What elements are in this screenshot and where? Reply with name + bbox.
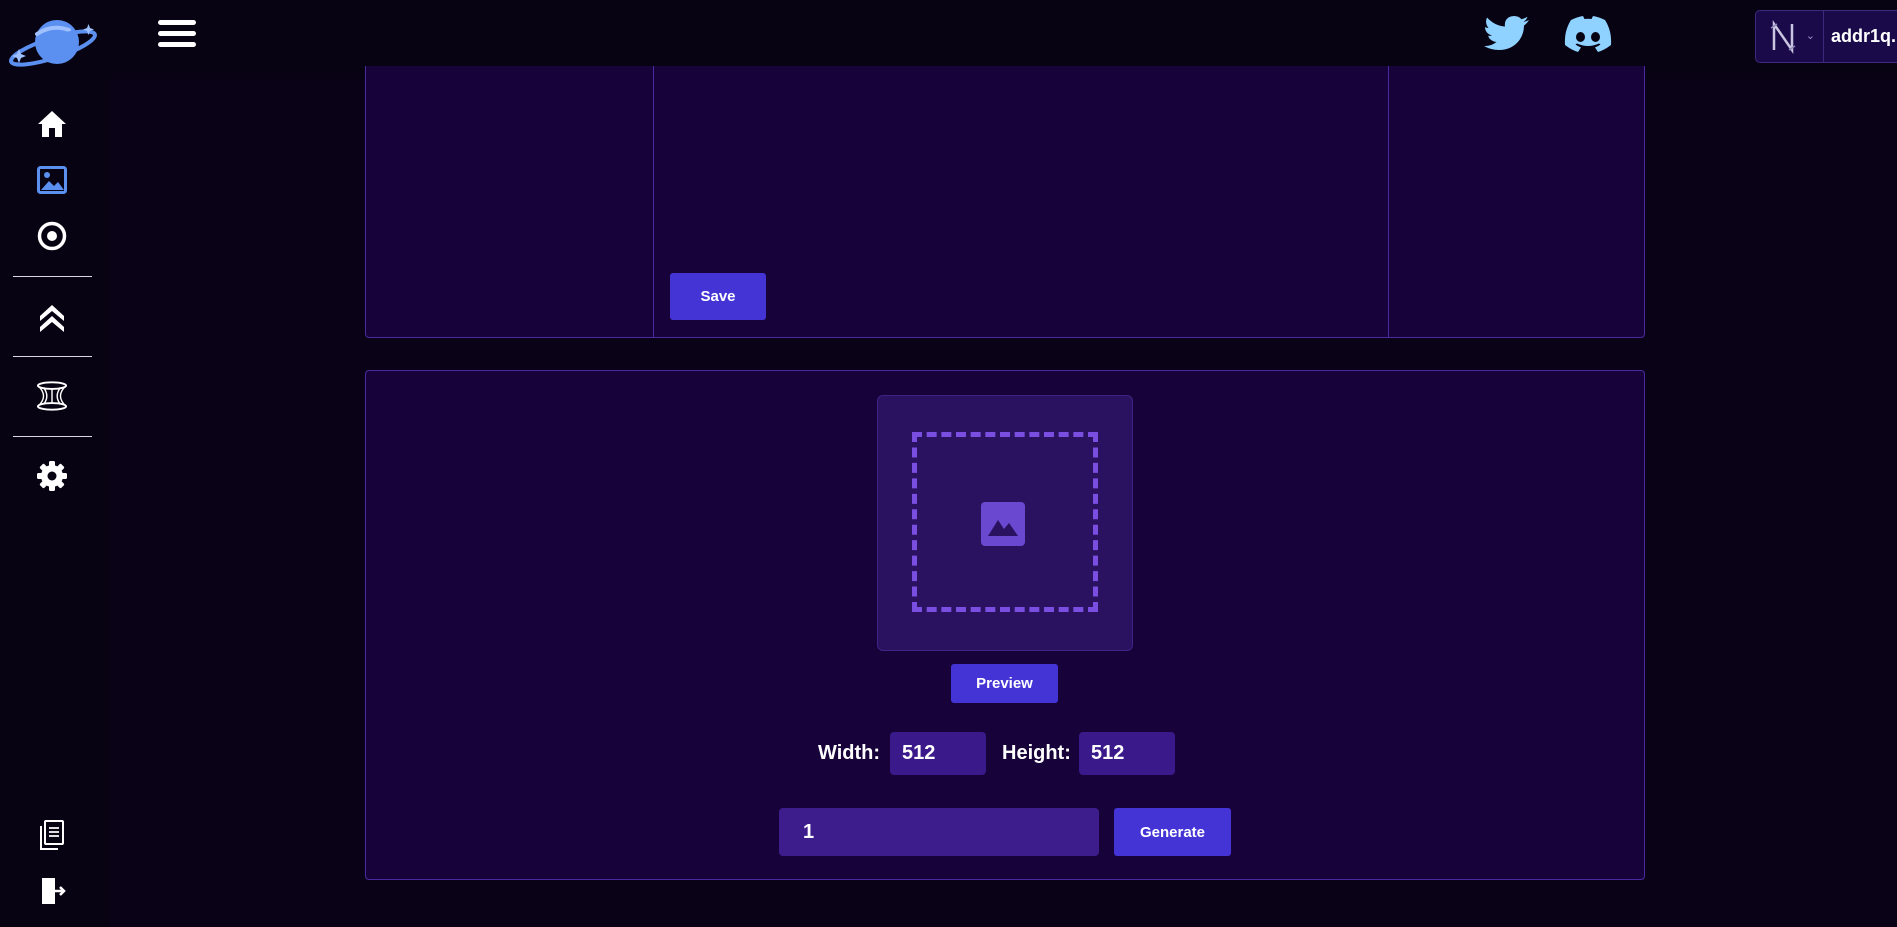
preview-button[interactable]: Preview (951, 664, 1058, 703)
compass-icon[interactable] (36, 220, 68, 252)
wormhole-icon[interactable] (36, 380, 68, 412)
documents-icon[interactable] (36, 819, 68, 851)
image-preview-box[interactable] (877, 395, 1133, 651)
sidebar-divider (13, 436, 92, 437)
discord-icon[interactable] (1562, 14, 1614, 61)
planet-logo-icon[interactable] (7, 14, 99, 75)
sidebar-divider (13, 276, 92, 277)
hamburger-menu-icon[interactable] (158, 20, 196, 52)
width-input[interactable] (890, 732, 986, 775)
column-divider (1388, 66, 1389, 337)
logout-icon[interactable] (36, 875, 68, 907)
wallet-connect-button[interactable]: ⌄ addr1q...whpg (1755, 10, 1897, 63)
chevrons-up-icon[interactable] (36, 300, 68, 332)
sidebar-divider (13, 356, 92, 357)
quantity-input[interactable] (779, 808, 1099, 856)
wallet-logo-icon: ⌄ (1756, 11, 1824, 62)
generator-panel: Preview Width: Height: Generate (365, 370, 1645, 880)
image-icon[interactable] (36, 164, 68, 196)
wallet-address: addr1q...whpg (1830, 26, 1897, 46)
height-label: Height: (1002, 742, 1071, 764)
height-input[interactable] (1079, 732, 1175, 775)
width-label: Width: (818, 742, 881, 764)
home-icon[interactable] (36, 108, 68, 140)
column-divider (653, 66, 654, 337)
generate-button[interactable]: Generate (1114, 808, 1231, 856)
form-panel: Save (365, 66, 1645, 338)
sidebar (0, 0, 110, 927)
chevron-down-icon: ⌄ (1805, 30, 1815, 42)
twitter-icon[interactable] (1483, 14, 1531, 61)
image-placeholder-icon (981, 502, 1025, 551)
gear-icon[interactable] (36, 460, 68, 492)
save-button[interactable]: Save (670, 273, 766, 320)
